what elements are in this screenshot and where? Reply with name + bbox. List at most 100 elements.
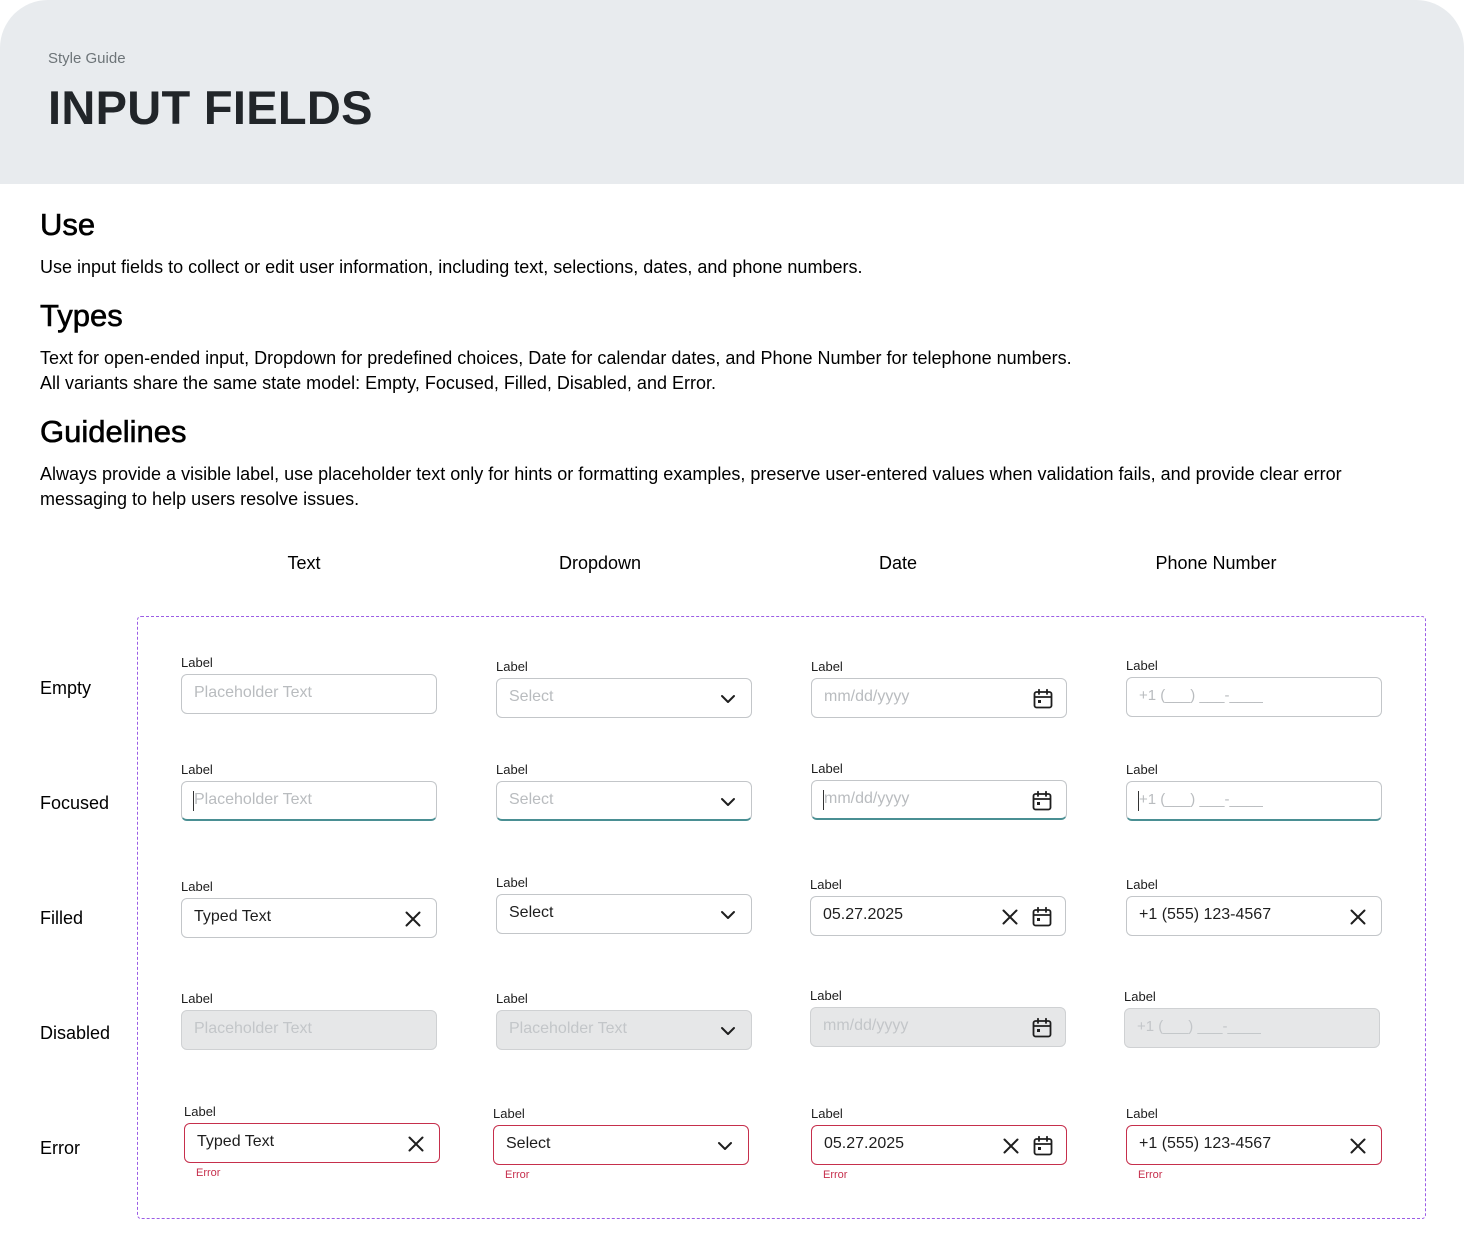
close-icon[interactable] <box>999 906 1021 928</box>
placeholder-text: Select <box>509 688 554 705</box>
chevron-down-icon[interactable] <box>717 904 739 926</box>
field-label: Label <box>811 1106 843 1121</box>
chevron-down-icon <box>717 1020 739 1042</box>
calendar-icon[interactable] <box>1031 790 1053 812</box>
phone-input: +1 (___) ___-____ <box>1124 1008 1380 1048</box>
input-value: +1 (555) 123-4567 <box>1139 906 1272 923</box>
phone-input[interactable]: +1 (555) 123-4567 <box>1126 1125 1382 1165</box>
use-body: Use input fields to collect or edit user… <box>40 257 863 277</box>
input-value: Typed Text <box>197 1133 275 1150</box>
text-input[interactable]: Placeholder Text <box>181 781 437 821</box>
placeholder-text: +1 (___) ___-____ <box>1137 1018 1261 1035</box>
column-header-text: Text <box>287 553 321 573</box>
placeholder-text: mm/dd/yyyy <box>824 688 910 705</box>
input-value: 05.27.2025 <box>823 906 904 923</box>
placeholder-text: Placeholder Text <box>509 1020 627 1037</box>
page-title: INPUT FIELDS <box>48 81 373 134</box>
calendar-icon[interactable] <box>1032 688 1054 710</box>
field-label: Label <box>1126 1106 1158 1121</box>
field-label: Label <box>493 1106 525 1121</box>
calendar-icon[interactable] <box>1032 1135 1054 1157</box>
chevron-down-icon[interactable] <box>717 688 739 710</box>
field-label: Label <box>496 659 528 674</box>
selected-value: Select <box>509 904 554 921</box>
text-cursor <box>193 791 194 811</box>
close-icon[interactable] <box>405 1133 427 1155</box>
calendar-icon[interactable] <box>1031 906 1053 928</box>
field-label: Label <box>184 1104 216 1119</box>
text-input[interactable]: Typed Text <box>184 1123 440 1163</box>
phone-input[interactable]: +1 (___) ___-____ <box>1126 781 1382 821</box>
date-input: mm/dd/yyyy <box>810 1007 1066 1047</box>
dropdown-select[interactable]: Select <box>496 678 752 718</box>
guidelines-heading: Guidelines <box>40 414 187 450</box>
guidelines-body: Always provide a visible label, use plac… <box>40 464 1342 509</box>
dropdown-select[interactable]: Select <box>493 1125 749 1165</box>
column-header-date: Date <box>878 553 918 573</box>
close-icon[interactable] <box>1347 1135 1369 1157</box>
types-heading: Types <box>40 298 123 334</box>
close-icon[interactable] <box>402 908 424 930</box>
chevron-down-icon[interactable] <box>714 1135 736 1157</box>
close-icon[interactable] <box>1000 1135 1022 1157</box>
dropdown-select[interactable]: Select <box>496 894 752 934</box>
eyebrow: Style Guide <box>48 50 126 67</box>
field-label: Label <box>810 877 842 892</box>
row-header-filled: Filled <box>40 908 84 928</box>
date-input[interactable]: mm/dd/yyyy <box>811 678 1067 718</box>
placeholder-text: Placeholder Text <box>194 1020 312 1037</box>
input-value: Typed Text <box>194 908 272 925</box>
input-value: +1 (555) 123-4567 <box>1139 1135 1272 1152</box>
placeholder-text: +1 (___) ___-____ <box>1139 687 1263 704</box>
date-input[interactable]: 05.27.2025 <box>810 896 1066 936</box>
types-body-2: All variants share the same state model:… <box>40 373 716 393</box>
selected-value: Select <box>506 1135 551 1152</box>
calendar-icon <box>1031 1017 1053 1039</box>
phone-input[interactable]: +1 (555) 123-4567 <box>1126 896 1382 936</box>
close-icon[interactable] <box>1347 906 1369 928</box>
date-input[interactable]: mm/dd/yyyy <box>811 780 1067 820</box>
types-body-1: Text for open-ended input, Dropdown for … <box>40 348 1072 368</box>
header-banner: Style Guide INPUT FIELDS <box>0 0 1464 184</box>
placeholder-text: mm/dd/yyyy <box>824 790 910 807</box>
placeholder-text: Select <box>509 791 554 808</box>
field-label: Label <box>181 655 213 670</box>
field-label: Label <box>181 762 213 777</box>
field-label: Label <box>496 762 528 777</box>
field-label: Label <box>810 988 842 1003</box>
dropdown-select[interactable]: Select <box>496 781 752 821</box>
field-label: Label <box>1124 989 1156 1004</box>
field-label: Label <box>811 761 843 776</box>
input-value: 05.27.2025 <box>824 1135 905 1152</box>
row-header-disabled: Disabled <box>40 1023 111 1043</box>
placeholder-text: mm/dd/yyyy <box>823 1017 909 1034</box>
chevron-down-icon[interactable] <box>717 791 739 813</box>
field-label: Label <box>1126 658 1158 673</box>
field-label: Label <box>181 991 213 1006</box>
dropdown-select: Placeholder Text <box>496 1010 752 1050</box>
date-input[interactable]: 05.27.2025 <box>811 1125 1067 1165</box>
column-header-dropdown: Dropdown <box>558 553 642 573</box>
phone-input[interactable]: +1 (___) ___-____ <box>1126 677 1382 717</box>
error-message: Error <box>1138 1169 1163 1181</box>
row-header-error: Error <box>40 1138 80 1158</box>
error-message: Error <box>823 1169 848 1181</box>
field-label: Label <box>1126 877 1158 892</box>
placeholder-text: Placeholder Text <box>194 684 312 701</box>
text-input[interactable]: Placeholder Text <box>181 674 437 714</box>
field-label: Label <box>1126 762 1158 777</box>
field-label: Label <box>811 659 843 674</box>
text-cursor <box>823 790 824 810</box>
text-cursor <box>1138 791 1139 811</box>
text-input[interactable]: Typed Text <box>181 898 437 938</box>
use-heading: Use <box>40 207 96 243</box>
error-message: Error <box>196 1167 221 1179</box>
error-message: Error <box>505 1169 530 1181</box>
column-header-phone: Phone Number <box>1155 553 1277 573</box>
row-header-empty: Empty <box>40 678 92 698</box>
field-label: Label <box>496 991 528 1006</box>
row-header-focused: Focused <box>40 793 110 813</box>
placeholder-text: Placeholder Text <box>194 791 312 808</box>
placeholder-text: +1 (___) ___-____ <box>1139 791 1263 808</box>
field-label: Label <box>181 879 213 894</box>
